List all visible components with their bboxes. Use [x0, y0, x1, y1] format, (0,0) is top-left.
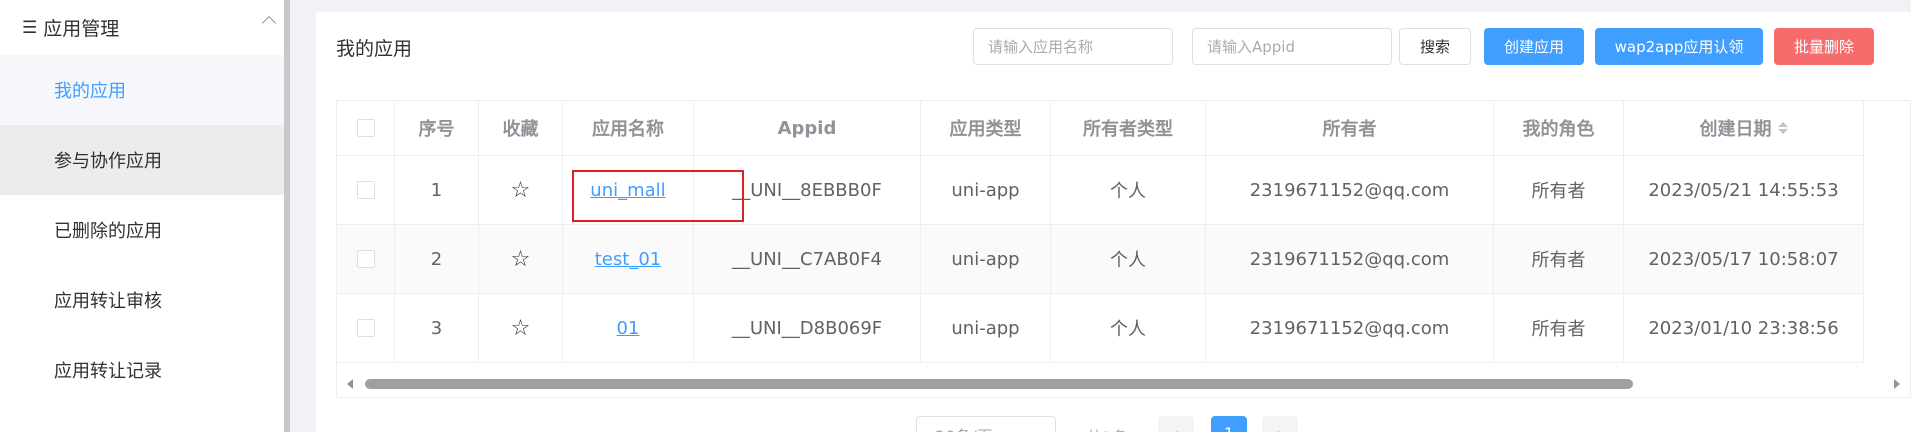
page-number-button[interactable]: 1 [1211, 416, 1247, 432]
pagination-total: 共3条 [1086, 424, 1128, 432]
chevron-up-icon[interactable] [261, 15, 277, 31]
app-name-search-input[interactable]: 请输入应用名称 [973, 28, 1173, 65]
create-app-button[interactable]: 创建应用 [1484, 28, 1584, 65]
row-appid: __UNI__8EBBB0F [694, 156, 921, 224]
list-icon: ☰ [22, 17, 38, 38]
sidebar-item-deleted-apps[interactable]: 已删除的应用 [0, 195, 284, 265]
wap2app-claim-button[interactable]: wap2app应用认领 [1595, 28, 1763, 65]
row-created-date: 2023/05/17 10:58:07 [1624, 225, 1864, 293]
column-header-my-role: 我的角色 [1494, 101, 1624, 155]
sidebar-group-label: 应用管理 [43, 18, 120, 40]
scroll-left-icon[interactable] [347, 379, 353, 389]
appid-placeholder: 请输入Appid [1207, 38, 1295, 56]
row-index: 1 [395, 156, 479, 224]
sidebar-item-label: 我的应用 [54, 81, 126, 102]
row-owner-type: 个人 [1051, 225, 1206, 293]
sidebar-item-transfer-review[interactable]: 应用转让审核 [0, 265, 284, 335]
scroll-right-icon[interactable] [1894, 379, 1900, 389]
star-icon[interactable]: ☆ [511, 178, 531, 203]
sidebar-item-label: 应用转让记录 [54, 361, 162, 382]
sidebar-item-transfer-records[interactable]: 应用转让记录 [0, 335, 284, 405]
horizontal-scrollbar[interactable] [337, 373, 1910, 397]
sidebar-item-my-apps[interactable]: 我的应用 [0, 55, 284, 125]
row-checkbox[interactable] [356, 250, 375, 268]
app-name-link[interactable]: uni_mall [590, 180, 665, 201]
table-row: 2 ☆ test_01 __UNI__C7AB0F4 uni-app 个人 23… [337, 225, 1864, 294]
app-name-placeholder: 请输入应用名称 [988, 38, 1094, 56]
search-button[interactable]: 搜索 [1399, 28, 1471, 65]
header-select-all[interactable] [337, 101, 395, 155]
sidebar-item-label: 已删除的应用 [54, 221, 162, 242]
row-checkbox[interactable] [356, 319, 375, 337]
column-header-index: 序号 [395, 101, 479, 155]
row-app-type: uni-app [921, 225, 1051, 293]
table-row: 3 ☆ 01 __UNI__D8B069F uni-app 个人 2319671… [337, 294, 1864, 363]
column-header-owner-type: 所有者类型 [1051, 101, 1206, 155]
apps-table: 序号 收藏 应用名称 Appid 应用类型 所有者类型 所有者 我的角色 创建日… [336, 100, 1911, 398]
row-owner: 2319671152@qq.com [1206, 294, 1494, 362]
row-index: 3 [395, 294, 479, 362]
star-icon[interactable]: ☆ [511, 316, 531, 341]
table-row: 1 ☆ uni_mall __UNI__8EBBB0F uni-app 个人 2… [337, 156, 1864, 225]
row-app-type: uni-app [921, 294, 1051, 362]
row-index: 2 [395, 225, 479, 293]
column-header-app-type: 应用类型 [921, 101, 1051, 155]
next-page-button[interactable]: › [1262, 416, 1298, 432]
column-header-created-date[interactable]: 创建日期 [1624, 101, 1864, 155]
sidebar: ☰ 应用管理 我的应用 参与协作应用 已删除的应用 应用转让审核 应用转让记录 [0, 0, 290, 432]
row-owner-type: 个人 [1051, 294, 1206, 362]
row-role: 所有者 [1494, 156, 1624, 224]
table-header-row: 序号 收藏 应用名称 Appid 应用类型 所有者类型 所有者 我的角色 创建日… [337, 101, 1864, 156]
column-header-owner: 所有者 [1206, 101, 1494, 155]
created-date-label: 创建日期 [1699, 119, 1772, 140]
row-app-type: uni-app [921, 156, 1051, 224]
app-name-link[interactable]: test_01 [595, 249, 661, 270]
column-header-appid: Appid [694, 101, 921, 155]
row-role: 所有者 [1494, 225, 1624, 293]
batch-delete-button[interactable]: 批量删除 [1774, 28, 1874, 65]
column-header-favorite: 收藏 [479, 101, 563, 155]
row-owner: 2319671152@qq.com [1206, 225, 1494, 293]
row-checkbox[interactable] [356, 181, 375, 199]
row-created-date: 2023/05/21 14:55:53 [1624, 156, 1864, 224]
prev-page-button[interactable]: ‹ [1158, 416, 1194, 432]
select-all-checkbox[interactable] [356, 119, 375, 137]
page-size-select[interactable]: 20条/页 [916, 416, 1056, 432]
row-created-date: 2023/01/10 23:38:56 [1624, 294, 1864, 362]
row-owner-type: 个人 [1051, 156, 1206, 224]
appid-search-input[interactable]: 请输入Appid [1192, 28, 1392, 65]
sidebar-item-label: 应用转让审核 [54, 291, 162, 312]
column-header-app-name: 应用名称 [563, 101, 694, 155]
page-title: 我的应用 [336, 38, 413, 60]
star-icon[interactable]: ☆ [511, 247, 531, 272]
sidebar-item-collab-apps[interactable]: 参与协作应用 [0, 125, 284, 195]
sidebar-item-label: 参与协作应用 [54, 151, 162, 172]
row-appid: __UNI__C7AB0F4 [694, 225, 921, 293]
sidebar-group-app-management[interactable]: ☰ 应用管理 [0, 0, 284, 55]
sort-icon[interactable] [1777, 122, 1788, 134]
app-name-link[interactable]: 01 [617, 318, 640, 339]
row-owner: 2319671152@qq.com [1206, 156, 1494, 224]
scrollbar-thumb[interactable] [365, 379, 1633, 389]
row-appid: __UNI__D8B069F [694, 294, 921, 362]
row-role: 所有者 [1494, 294, 1624, 362]
